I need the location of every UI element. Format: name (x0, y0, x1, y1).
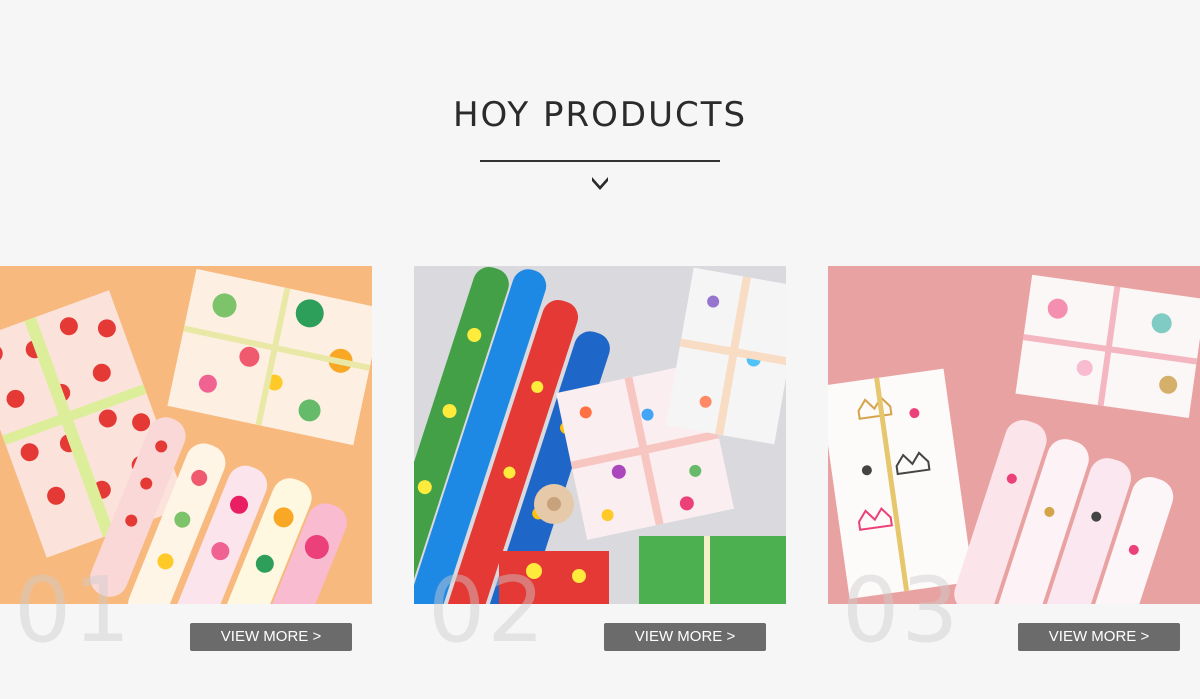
product-number: 02 (428, 558, 547, 663)
title-divider (480, 160, 720, 162)
chevron-down-icon (592, 177, 608, 190)
product-card-1[interactable]: 01 VIEW MORE > (0, 266, 372, 699)
section-title: HOY PRODUCTS (452, 95, 748, 135)
product-image-2[interactable] (414, 266, 786, 604)
view-more-button-1[interactable]: VIEW MORE > (190, 623, 352, 651)
product-image-1[interactable] (0, 266, 372, 604)
product-number: 03 (842, 558, 961, 663)
product-image-3[interactable] (828, 266, 1200, 604)
product-card-3[interactable]: 03 VIEW MORE > (828, 266, 1200, 699)
view-more-button-3[interactable]: VIEW MORE > (1018, 623, 1180, 651)
product-number: 01 (14, 558, 133, 663)
section-header: HOY PRODUCTS (0, 0, 1200, 230)
product-card-2[interactable]: 02 VIEW MORE > (414, 266, 786, 699)
view-more-button-2[interactable]: VIEW MORE > (604, 623, 766, 651)
